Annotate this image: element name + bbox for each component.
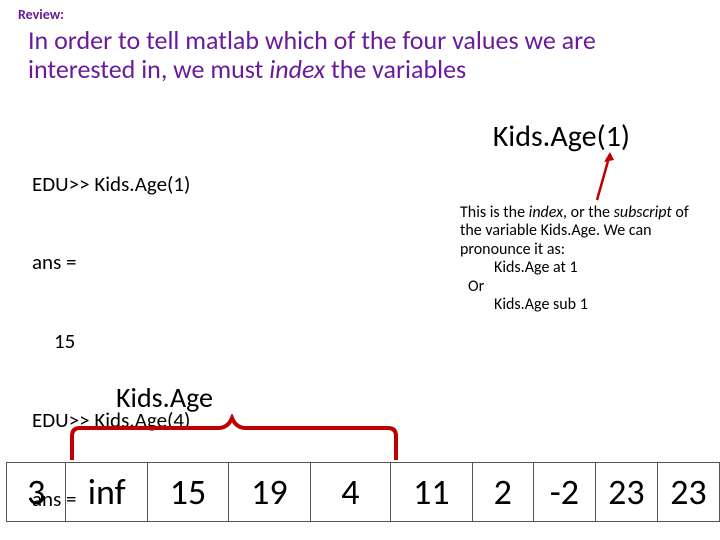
array-cell: inf bbox=[66, 463, 147, 522]
note-or: Or bbox=[460, 277, 484, 296]
array-cell: -2 bbox=[534, 463, 596, 522]
console-line: ans = bbox=[32, 249, 190, 275]
note-italic: index bbox=[529, 203, 563, 222]
array-cell: 19 bbox=[229, 463, 310, 522]
note-sub: Kids.Age at 1 bbox=[460, 259, 690, 277]
note-italic: subscript bbox=[614, 203, 672, 222]
array-cell: 23 bbox=[595, 463, 657, 522]
note-text: , or the bbox=[563, 203, 614, 222]
array-cell: 23 bbox=[657, 463, 719, 522]
array-cell: 3 bbox=[7, 463, 66, 522]
kids-age-label: Kids.Age bbox=[116, 380, 213, 415]
array-cell: 11 bbox=[391, 463, 472, 522]
index-note: This is the index, or the subscript of t… bbox=[460, 204, 690, 314]
array-cell: 4 bbox=[310, 463, 391, 522]
array-table: 3inf15194112-22323 bbox=[6, 462, 720, 522]
table-row: 3inf15194112-22323 bbox=[7, 463, 720, 522]
note-text: This is the bbox=[460, 203, 529, 222]
title-post: the variables bbox=[325, 53, 466, 85]
review-label: Review: bbox=[18, 6, 64, 23]
pointer-arrow-icon bbox=[575, 150, 615, 206]
console-line: 15 bbox=[32, 328, 190, 354]
array-cell: 2 bbox=[472, 463, 533, 522]
console-line: EDU>> Kids.Age(1) bbox=[32, 171, 190, 197]
array-cell: 15 bbox=[147, 463, 228, 522]
note-sub: Kids.Age sub 1 bbox=[460, 296, 690, 314]
expression-heading: Kids.Age(1) bbox=[493, 118, 630, 155]
slide-title: In order to tell matlab which of the fou… bbox=[28, 26, 688, 84]
title-italic: index bbox=[269, 53, 325, 85]
